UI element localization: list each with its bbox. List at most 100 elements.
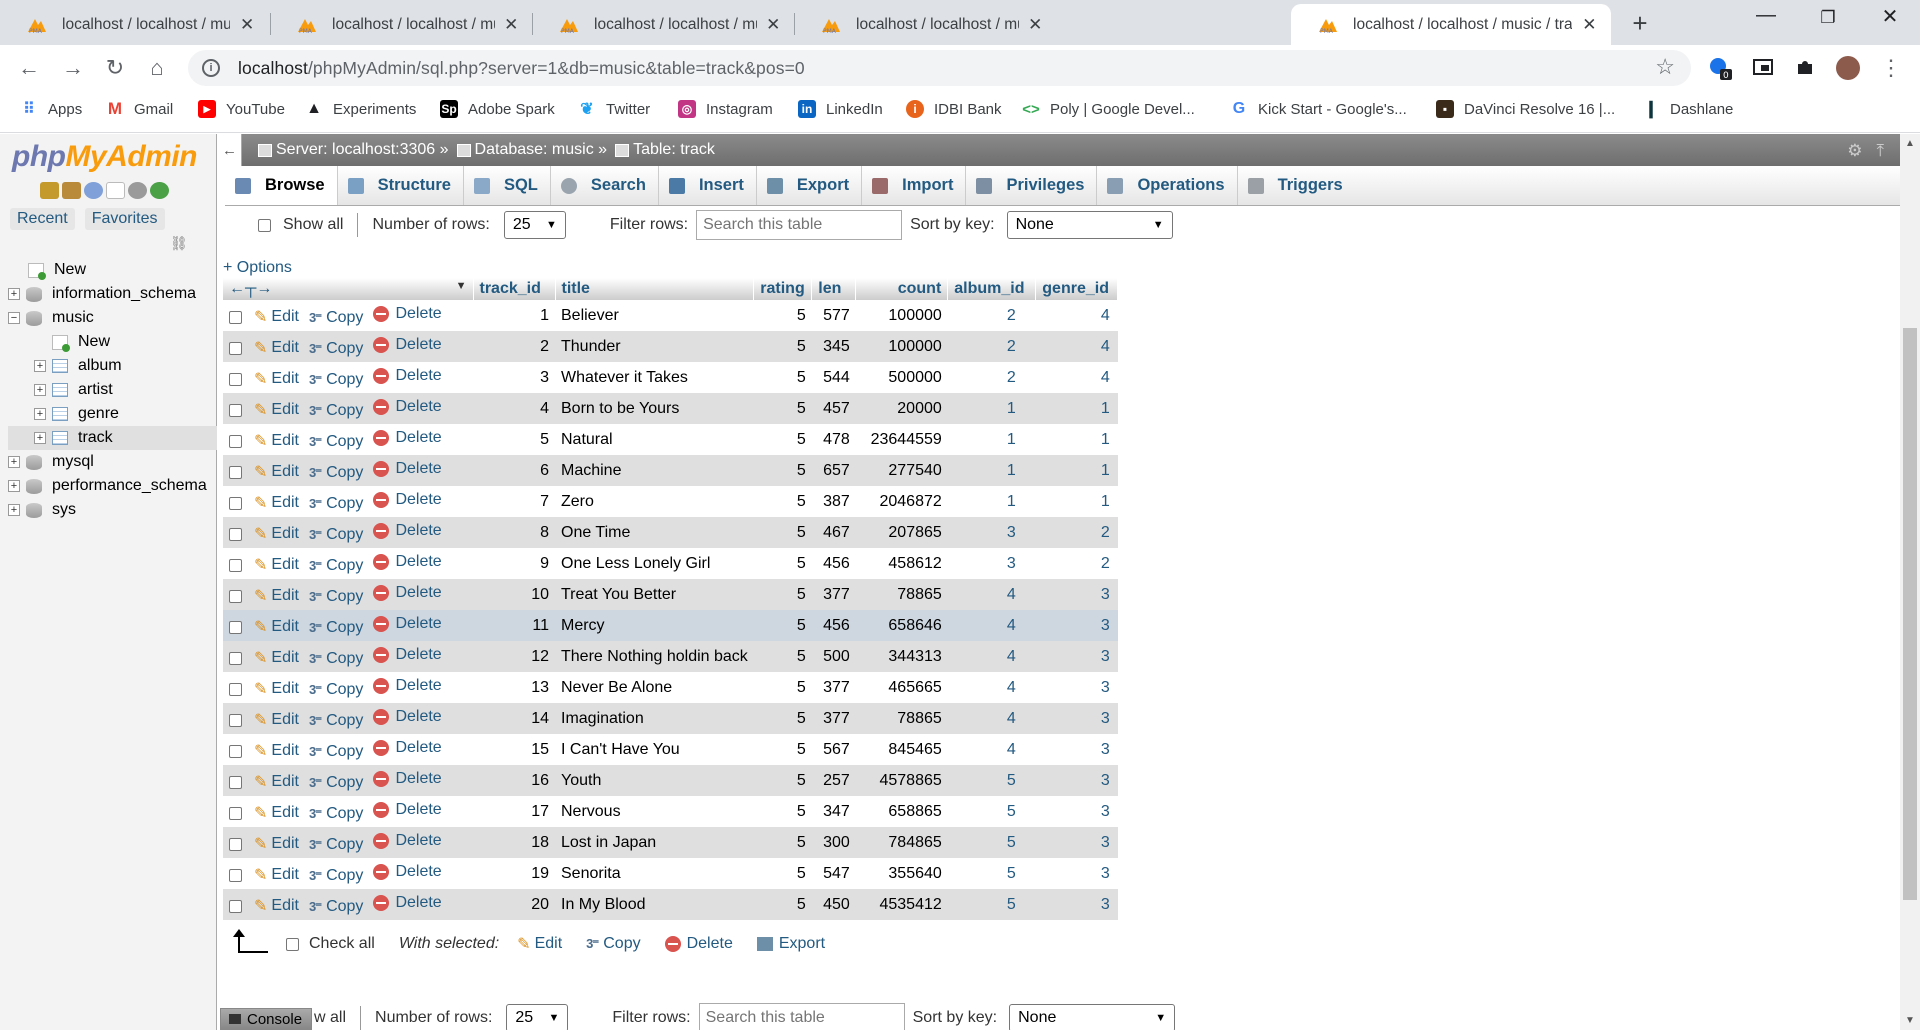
bulk-export-button[interactable]: Export	[756, 935, 825, 953]
row-copy-link[interactable]: 3⁼ Copy	[309, 743, 363, 761]
cell-track-id[interactable]: 1	[473, 300, 555, 331]
help-icon[interactable]	[84, 182, 103, 199]
table-row[interactable]: ✎ Edit 3⁼ Copy Delete 7 Zero 5 387 2046872 1 1	[223, 486, 1118, 517]
cell-album-id[interactable]: 2	[947, 362, 1036, 393]
show-all-label[interactable]: w all	[314, 1009, 346, 1027]
bulk-edit-button[interactable]: ✎ Edit	[517, 934, 562, 954]
collapse-nav-arrow-icon[interactable]: ←	[218, 134, 242, 166]
recent-tab[interactable]: Recent	[10, 208, 75, 230]
close-tab-icon[interactable]: ✕	[1027, 15, 1044, 35]
row-delete-link[interactable]: Delete	[373, 801, 442, 819]
tab-import[interactable]: Import	[862, 166, 967, 205]
cell-genre-id[interactable]: 3	[1035, 641, 1118, 672]
row-copy-link[interactable]: 3⁼ Copy	[309, 557, 363, 575]
cell-rating[interactable]: 5	[753, 548, 812, 579]
browser-tab-active[interactable]: PMA localhost / localhost / music / trac…	[1291, 4, 1611, 45]
cell-rating[interactable]: 5	[753, 827, 812, 858]
table-row[interactable]: ✎ Edit 3⁼ Copy Delete 8 One Time 5 467 207865 3 2	[223, 517, 1118, 548]
tree-table-track[interactable]: + track	[8, 426, 217, 450]
row-checkbox[interactable]	[229, 341, 242, 355]
number-of-rows-select[interactable]: 25 ▼	[503, 211, 566, 239]
expand-icon[interactable]: +	[34, 432, 46, 444]
cell-len[interactable]: 467	[811, 517, 856, 548]
cell-len[interactable]: 387	[811, 486, 856, 517]
row-delete-link[interactable]: Delete	[373, 491, 442, 509]
cell-genre-id[interactable]: 1	[1035, 486, 1118, 517]
column-header[interactable]: rating	[753, 278, 813, 300]
cell-track-id[interactable]: 10	[473, 579, 555, 610]
row-copy-link[interactable]: 3⁼ Copy	[309, 526, 363, 544]
cell-rating[interactable]: 5	[753, 579, 812, 610]
cell-album-id[interactable]: 5	[947, 889, 1036, 920]
row-edit-link[interactable]: ✎ Edit	[254, 772, 299, 792]
row-edit-link[interactable]: ✎ Edit	[254, 834, 299, 854]
table-row[interactable]: ✎ Edit 3⁼ Copy Delete 11 Mercy 5 456 658646 4 3	[223, 610, 1118, 641]
tree-db-music[interactable]: − music	[8, 306, 217, 330]
row-checkbox[interactable]	[229, 651, 242, 665]
tab-insert[interactable]: Insert	[659, 166, 757, 205]
row-copy-link[interactable]: 3⁼ Copy	[309, 898, 363, 916]
bookmark-instagram[interactable]: ◎ Instagram	[678, 100, 773, 118]
cell-len[interactable]: 544	[811, 362, 856, 393]
cell-track-id[interactable]: 12	[473, 641, 555, 672]
cell-track-id[interactable]: 11	[473, 610, 555, 641]
row-checkbox[interactable]	[229, 620, 242, 634]
cell-album-id[interactable]: 3	[947, 548, 1036, 579]
back-arrow-icon[interactable]: ←	[14, 53, 44, 83]
cell-album-id[interactable]: 2	[947, 331, 1036, 362]
column-header[interactable]: len	[811, 278, 857, 300]
row-copy-link[interactable]: 3⁼ Copy	[309, 867, 363, 885]
cell-rating[interactable]: 5	[753, 517, 812, 548]
cell-album-id[interactable]: 2	[947, 300, 1036, 331]
filter-rows-input[interactable]: Search this table	[698, 1003, 905, 1030]
cell-album-id[interactable]: 4	[947, 641, 1036, 672]
arrows-icon[interactable]: ←┬→	[229, 280, 272, 297]
row-checkbox[interactable]	[229, 713, 242, 727]
row-edit-link[interactable]: ✎ Edit	[254, 431, 299, 451]
cell-title[interactable]: There Nothing holdin back	[555, 641, 754, 672]
row-edit-link[interactable]: ✎ Edit	[254, 586, 299, 606]
bookmark-idbi[interactable]: i IDBI Bank	[906, 100, 1002, 118]
cell-count[interactable]: 458612	[855, 548, 948, 579]
row-checkbox[interactable]	[229, 434, 242, 448]
cell-track-id[interactable]: 18	[473, 827, 555, 858]
bookmark-davinci[interactable]: ▪ DaVinci Resolve 16 |...	[1436, 100, 1615, 118]
cell-len[interactable]: 377	[811, 672, 856, 703]
cell-len[interactable]: 300	[811, 827, 856, 858]
cell-track-id[interactable]: 19	[473, 858, 555, 889]
expand-icon[interactable]: +	[8, 480, 20, 492]
cell-len[interactable]: 377	[811, 703, 856, 734]
check-all-checkbox[interactable]	[286, 937, 299, 951]
cell-album-id[interactable]: 1	[947, 486, 1036, 517]
row-delete-link[interactable]: Delete	[373, 739, 442, 757]
bookmark-apps[interactable]: ⠿ Apps	[20, 100, 82, 119]
row-delete-link[interactable]: Delete	[373, 708, 442, 726]
cell-genre-id[interactable]: 4	[1035, 331, 1118, 362]
cell-album-id[interactable]: 1	[947, 393, 1036, 424]
row-checkbox[interactable]	[229, 403, 242, 417]
row-copy-link[interactable]: 3⁼ Copy	[309, 836, 363, 854]
column-header[interactable]: genre_id	[1035, 278, 1119, 300]
table-row[interactable]: ✎ Edit 3⁼ Copy Delete 6 Machine 5 657 277540 1 1	[223, 455, 1118, 486]
tree-table-genre[interactable]: + genre	[8, 402, 217, 426]
cell-rating[interactable]: 5	[753, 858, 812, 889]
cell-genre-id[interactable]: 3	[1035, 889, 1118, 920]
cell-album-id[interactable]: 5	[947, 858, 1036, 889]
breadcrumb-table[interactable]: Table: track	[615, 141, 715, 159]
cell-count[interactable]: 23644559	[855, 424, 948, 455]
tab-structure[interactable]: Structure	[338, 166, 464, 205]
row-checkbox[interactable]	[229, 899, 242, 913]
cell-title[interactable]: Youth	[555, 765, 754, 796]
bookmark-youtube[interactable]: ▶ YouTube	[198, 100, 285, 118]
close-tab-icon[interactable]: ✕	[238, 15, 256, 35]
row-copy-link[interactable]: 3⁼ Copy	[309, 464, 363, 482]
home-icon[interactable]: ⌂	[142, 53, 172, 83]
cell-count[interactable]: 344313	[855, 641, 948, 672]
row-copy-link[interactable]: 3⁼ Copy	[309, 650, 363, 668]
table-row[interactable]: ✎ Edit 3⁼ Copy Delete 9 One Less Lonely Girl 5 4…	[223, 548, 1118, 579]
cell-len[interactable]: 547	[811, 858, 856, 889]
cell-track-id[interactable]: 5	[473, 424, 555, 455]
tab-privileges[interactable]: Privileges	[966, 166, 1098, 205]
row-delete-link[interactable]: Delete	[373, 863, 442, 881]
row-checkbox[interactable]	[229, 465, 242, 479]
